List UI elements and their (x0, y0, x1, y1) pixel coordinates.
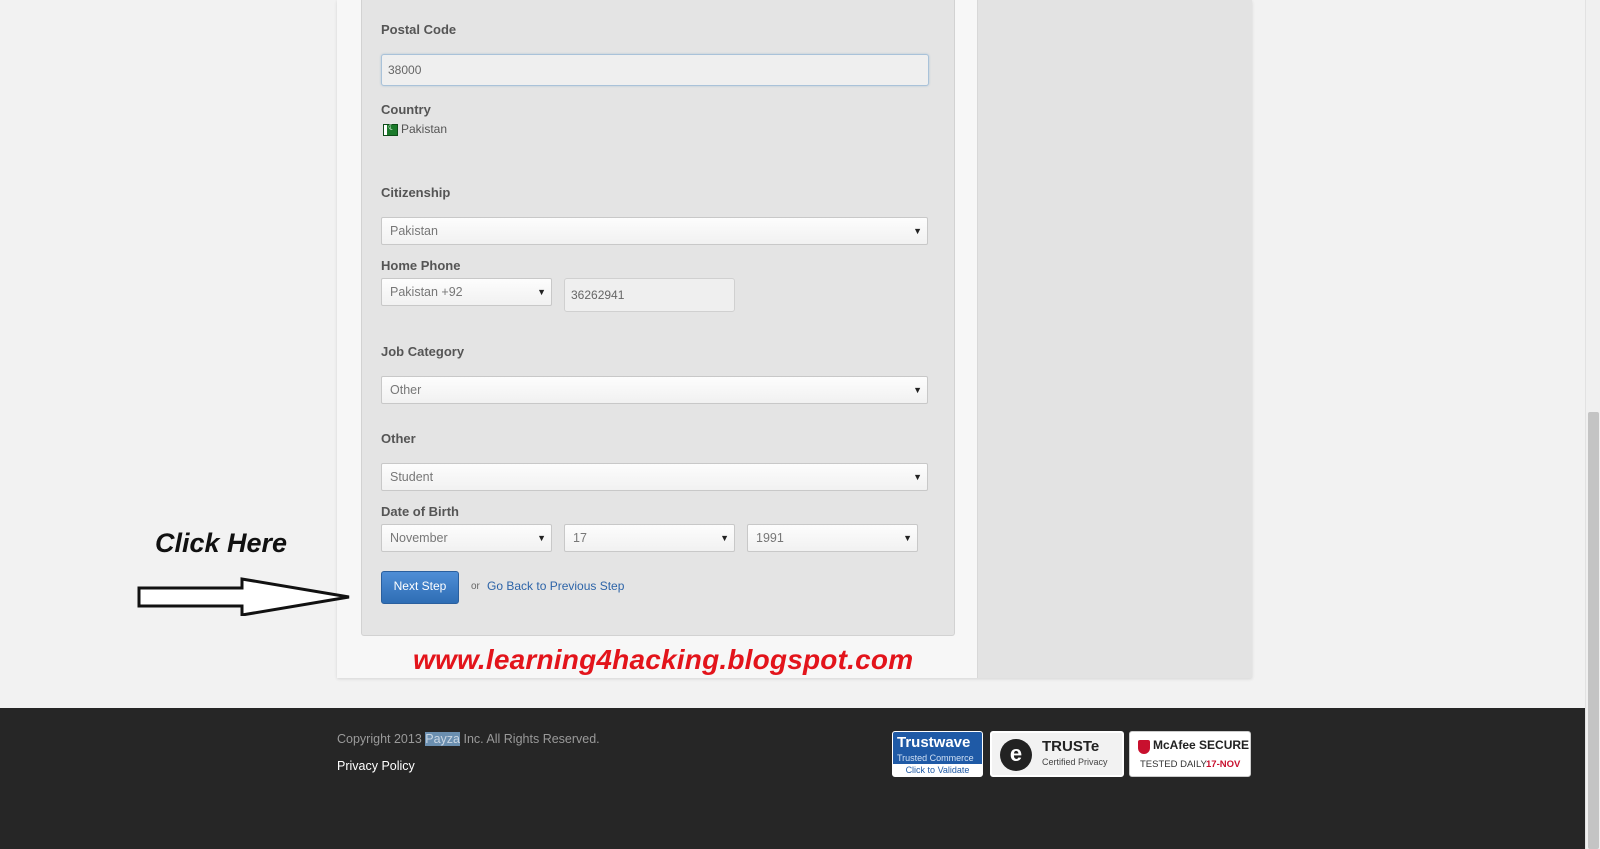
click-here-annotation: Click Here (155, 528, 288, 558)
chevron-down-icon: ▼ (913, 472, 922, 482)
trustwave-subtitle: Trusted Commerce (897, 753, 974, 763)
copyright-text: Copyright 2013 Payza Inc. All Rights Res… (337, 732, 600, 746)
postal-code-label: Postal Code (381, 22, 457, 37)
other-label: Other (381, 431, 416, 446)
or-text: or (471, 581, 480, 592)
other-selected: Student (390, 470, 434, 484)
right-sidebar (977, 0, 1252, 678)
phone-country-code-select[interactable]: Pakistan +92 ▼ (381, 278, 552, 306)
trustwave-cta: Click to Validate (893, 764, 982, 776)
postal-code-input[interactable]: 38000 (381, 54, 929, 86)
job-category-label: Job Category (381, 344, 465, 359)
birth-year-select[interactable]: 1991 ▼ (747, 524, 918, 552)
copyright-prefix: Copyright 2013 (337, 732, 426, 746)
mcafee-badge[interactable]: McAfee SECURE TESTED DAILY 17-NOV (1129, 731, 1251, 777)
chevron-down-icon: ▼ (537, 533, 546, 543)
watermark-url: www.learning4hacking.blogspot.com (413, 644, 914, 675)
mcafee-title: McAfee SECURE (1153, 738, 1250, 752)
job-category-selected: Other (390, 383, 422, 397)
birth-day-selected: 17 (573, 531, 587, 545)
chevron-down-icon: ▼ (913, 226, 922, 236)
footer (0, 708, 1585, 849)
arrow-right-icon (137, 577, 350, 616)
job-category-select[interactable]: Other ▼ (381, 376, 928, 404)
scrollbar-thumb[interactable] (1588, 412, 1599, 849)
other-select[interactable]: Student ▼ (381, 463, 928, 491)
citizenship-select[interactable]: Pakistan ▼ (381, 217, 928, 245)
mcafee-tested: TESTED DAILY (1140, 759, 1207, 770)
birth-year-selected: 1991 (756, 531, 784, 545)
copyright-brand: Payza (425, 732, 461, 746)
next-step-button[interactable]: Next Step (381, 571, 459, 604)
home-phone-label: Home Phone (381, 258, 461, 273)
date-of-birth-label: Date of Birth (381, 504, 459, 519)
mcafee-date: 17-NOV (1206, 759, 1241, 770)
truste-title: TRUSTe (1042, 738, 1100, 755)
truste-subtitle: Certified Privacy (1042, 757, 1108, 767)
mcafee-shield-icon (1138, 740, 1150, 754)
go-back-link[interactable]: Go Back to Previous Step (487, 579, 624, 593)
phone-country-code-selected: Pakistan +92 (390, 285, 463, 299)
country-value: Pakistan (401, 122, 448, 136)
trustwave-badge[interactable]: Trustwave Trusted Commerce Click to Vali… (892, 731, 983, 777)
copyright-suffix: Inc. All Rights Reserved. (460, 732, 600, 746)
chevron-down-icon: ▼ (903, 533, 912, 543)
citizenship-label: Citizenship (381, 185, 451, 200)
citizenship-selected: Pakistan (390, 224, 438, 238)
birth-month-select[interactable]: November ▼ (381, 524, 552, 552)
truste-badge[interactable]: e TRUSTe Certified Privacy (990, 731, 1124, 777)
privacy-policy-link[interactable]: Privacy Policy (337, 759, 415, 773)
truste-logo-icon: e (1000, 739, 1032, 771)
country-label: Country (381, 102, 431, 117)
pakistan-flag-icon (383, 122, 398, 136)
chevron-down-icon: ▼ (537, 287, 546, 297)
birth-month-selected: November (390, 531, 448, 545)
chevron-down-icon: ▼ (720, 533, 729, 543)
trustwave-title: Trustwave (897, 734, 971, 751)
chevron-down-icon: ▼ (913, 385, 922, 395)
home-phone-input[interactable]: 36262941 (564, 278, 735, 312)
birth-day-select[interactable]: 17 ▼ (564, 524, 735, 552)
